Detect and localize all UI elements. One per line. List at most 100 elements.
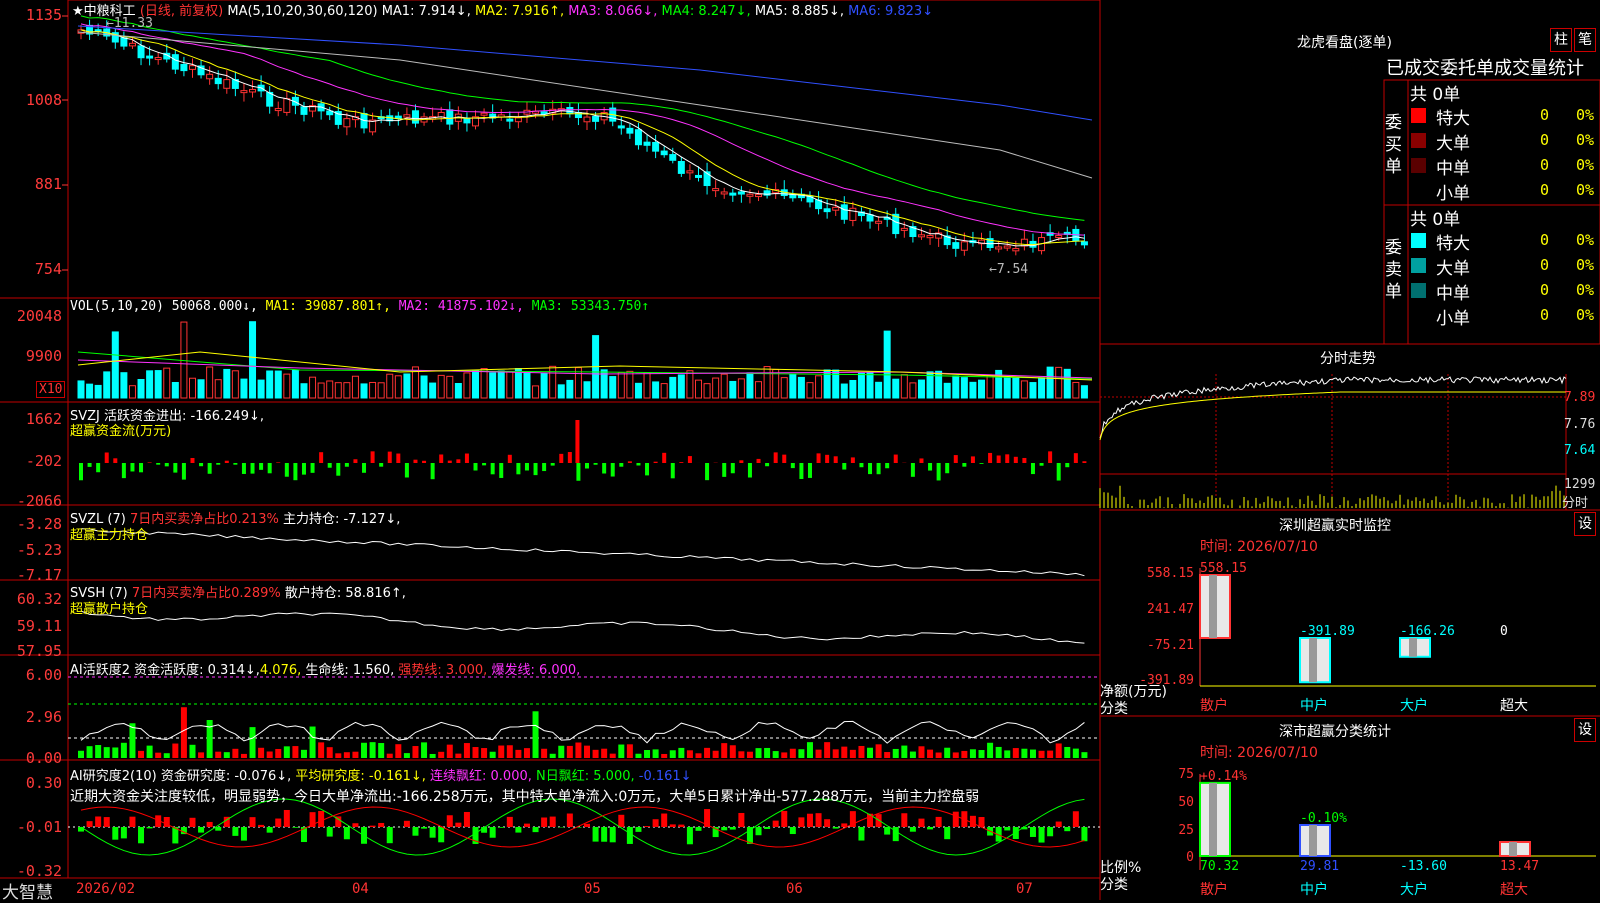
research-bar <box>95 816 101 827</box>
activity-bar <box>464 743 470 758</box>
ma-params: MA(5,10,20,30,60,120) <box>227 4 377 19</box>
activity-bar <box>258 748 264 758</box>
tick-mode-button[interactable]: 笔 <box>1574 28 1596 52</box>
fund-flow-bar <box>122 463 126 478</box>
volume-bar <box>627 371 633 398</box>
volume-bar <box>541 373 547 398</box>
candle-body <box>867 215 873 221</box>
research-bar <box>284 810 290 827</box>
activity-bar <box>412 746 418 758</box>
svzl-ratio: 7日内买卖净占比0.213% <box>130 512 279 527</box>
volume-bar <box>473 370 479 398</box>
intraday-axis-3: 7.64 <box>1564 443 1595 458</box>
activity-bar <box>421 742 427 758</box>
activity-bar <box>198 752 204 758</box>
candle-body <box>635 130 641 145</box>
activity-bar <box>370 742 376 758</box>
candle-body <box>593 116 599 121</box>
sz-monitor-axis-2: 241.47 <box>1138 602 1194 617</box>
volume-bar <box>876 382 882 398</box>
ma2-line <box>81 30 1084 245</box>
ma5-value: MA5: 8.885↓, <box>755 4 844 19</box>
activity-bar <box>953 752 959 758</box>
svsh-axis-3: 57.95 <box>0 642 62 660</box>
date-axis-2: 04 <box>352 881 369 897</box>
activity-bar <box>1030 750 1036 758</box>
ai2-commentary: 近期大资金关注度较低，明显弱势，今日大单净流出:-166.258万元，其中特大单… <box>70 786 979 806</box>
volume-bar <box>670 377 676 398</box>
volume-bar <box>704 384 710 398</box>
fund-flow-bar <box>216 463 220 465</box>
candle-body <box>618 126 624 128</box>
fund-flow-bar <box>491 463 495 474</box>
activity-bar <box>567 746 573 758</box>
activity-bar <box>1056 743 1062 758</box>
research-bar <box>515 827 521 833</box>
activity-bar <box>112 747 118 758</box>
stats-value-label: 70.32 <box>1200 859 1239 874</box>
volume-bar <box>807 383 813 398</box>
fund-flow-bar <box>173 463 177 473</box>
research-bar <box>318 811 324 827</box>
fund-flow-bar <box>422 461 426 463</box>
volume-bar <box>267 371 273 398</box>
activity-bar <box>473 747 479 758</box>
fund-flow-bar <box>825 455 829 463</box>
research-bar <box>893 827 899 841</box>
monitor-category-label: 超大 <box>1500 698 1528 714</box>
order-color-swatch <box>1411 258 1426 273</box>
activity-line <box>81 721 1084 743</box>
volume-bar <box>198 380 204 398</box>
fund-flow-bar <box>293 463 297 480</box>
volume-bar <box>661 384 667 398</box>
candle-body <box>738 192 744 194</box>
research-bar <box>687 827 693 844</box>
candle-body <box>412 111 418 123</box>
volume-bar <box>961 378 967 398</box>
activity-bar <box>224 752 230 758</box>
research-bar <box>730 827 736 830</box>
volume-bar <box>558 385 564 398</box>
bar-mode-button[interactable]: 柱 <box>1550 28 1572 52</box>
candle-body <box>1004 246 1010 248</box>
candle-body <box>507 119 513 121</box>
activity-bar <box>550 754 556 758</box>
stats-value-label: 13.47 <box>1500 859 1539 874</box>
research-bar <box>661 814 667 827</box>
volume-bar <box>95 385 101 398</box>
sz-monitor-xlabel: 分类 <box>1100 698 1128 718</box>
retail-holding-line <box>81 611 1084 643</box>
intraday-axis-1: 7.89 <box>1564 390 1595 405</box>
stats-category-label: 超大 <box>1500 882 1528 898</box>
fund-flow-bar <box>499 463 503 478</box>
fund-flow-bar <box>482 463 486 465</box>
sz-monitor-settings-button[interactable]: 设 <box>1574 512 1596 536</box>
activity-bar <box>104 747 110 758</box>
candle-body <box>1056 236 1062 238</box>
volume-bar <box>1064 369 1070 398</box>
order-percent: 0% <box>1576 256 1594 274</box>
vol-ma2: MA2: 41875.102↓, <box>399 299 524 314</box>
fund-flow-bar <box>739 460 743 463</box>
research-bar <box>584 824 590 827</box>
main-holding-line <box>81 529 1084 576</box>
research-bar <box>927 827 933 829</box>
order-color-swatch <box>1411 133 1426 148</box>
research-bar <box>215 827 221 831</box>
vol-unit-badge[interactable]: X10 <box>36 381 65 398</box>
candle-body <box>301 107 307 115</box>
order-type-label: 中单 <box>1436 279 1470 304</box>
research-bar <box>695 827 701 831</box>
volume-bar <box>1081 386 1087 398</box>
activity-bar <box>430 754 436 758</box>
volume-bar <box>515 369 521 398</box>
ai1-legend: AI活跃度2 资金活跃度: 0.314↓,4.076, 生命线: 1.560, … <box>70 659 580 678</box>
fund-flow-bar <box>431 463 435 479</box>
fund-flow-bar <box>997 455 1001 463</box>
ma3-line <box>81 24 1084 235</box>
sz-stats-settings-button[interactable]: 设 <box>1574 718 1596 742</box>
activity-bar <box>404 753 410 758</box>
activity-bar <box>1073 749 1079 758</box>
candle-body <box>850 208 856 220</box>
activity-bar <box>327 747 333 758</box>
